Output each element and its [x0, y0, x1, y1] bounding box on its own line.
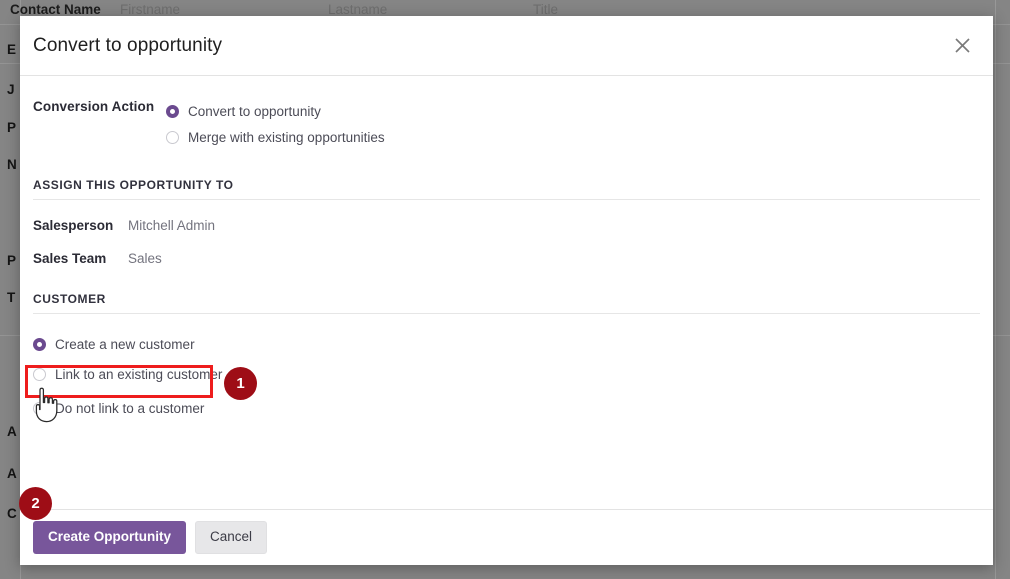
radio-label: Create a new customer: [55, 336, 195, 352]
bg-left-letter: E: [7, 42, 17, 57]
bg-left-letter: A: [7, 424, 17, 439]
dialog-footer: Create Opportunity Cancel: [20, 509, 993, 565]
sales-team-value[interactable]: Sales: [128, 251, 162, 266]
bg-column-title: Title: [533, 2, 559, 17]
create-opportunity-button[interactable]: Create Opportunity: [33, 521, 187, 554]
dialog-header: Convert to opportunity: [20, 16, 993, 76]
bg-left-letter: A: [7, 466, 17, 481]
conversion-action-label: Conversion Action: [33, 99, 155, 114]
background-column-divider: [995, 0, 996, 579]
conversion-action-row: Conversion Action Convert to opportunity…: [33, 98, 980, 150]
radio-label: Do not link to a customer: [55, 400, 205, 416]
radio-label: Merge with existing opportunities: [188, 129, 385, 145]
radio-link-existing-customer[interactable]: Link to an existing customer: [33, 359, 980, 389]
bg-left-letter: P: [7, 253, 17, 268]
bg-left-letter: J: [7, 82, 15, 97]
bg-left-letter: N: [7, 157, 17, 172]
annotation-badge-1: 1: [224, 367, 257, 400]
bg-left-letter: P: [7, 120, 17, 135]
dialog-title: Convert to opportunity: [33, 34, 223, 56]
radio-merge-with-existing[interactable]: Merge with existing opportunities: [166, 124, 980, 150]
salesperson-value[interactable]: Mitchell Admin: [128, 218, 215, 233]
bg-column-contact-name: Contact Name: [10, 2, 101, 17]
cancel-button[interactable]: Cancel: [195, 521, 268, 554]
radio-dot-selected-icon: [33, 337, 46, 351]
annotation-badge-2: 2: [19, 487, 52, 520]
customer-radio-group: Create a new customer Link to an existin…: [33, 329, 980, 423]
radio-dot-icon: [166, 130, 179, 144]
radio-label: Convert to opportunity: [188, 103, 321, 119]
conversion-action-radio-group: Convert to opportunity Merge with existi…: [166, 98, 980, 150]
radio-dot-icon: [33, 401, 46, 415]
radio-dot-selected-icon: [166, 104, 179, 118]
radio-dot-icon: [33, 367, 46, 381]
radio-label: Link to an existing customer: [55, 366, 223, 382]
radio-do-not-link-customer[interactable]: Do not link to a customer: [33, 393, 980, 423]
bg-column-firstname: Firstname: [120, 2, 181, 17]
assign-section-title: ASSIGN THIS OPPORTUNITY TO: [33, 178, 980, 200]
customer-section-title: CUSTOMER: [33, 292, 980, 314]
close-icon[interactable]: [945, 29, 979, 63]
salesperson-row: Salesperson Mitchell Admin: [33, 218, 980, 233]
sales-team-row: Sales Team Sales: [33, 251, 980, 266]
sales-team-label: Sales Team: [33, 251, 107, 266]
salesperson-label: Salesperson: [33, 218, 114, 233]
radio-create-new-customer[interactable]: Create a new customer: [33, 329, 980, 359]
bg-column-lastname: Lastname: [328, 2, 388, 17]
dialog-body: Conversion Action Convert to opportunity…: [20, 76, 993, 509]
radio-convert-to-opportunity[interactable]: Convert to opportunity: [166, 98, 980, 124]
bg-left-letter: T: [7, 290, 16, 305]
convert-to-opportunity-dialog: Convert to opportunity Conversion Action…: [20, 16, 993, 565]
bg-left-letter: C: [7, 506, 17, 521]
